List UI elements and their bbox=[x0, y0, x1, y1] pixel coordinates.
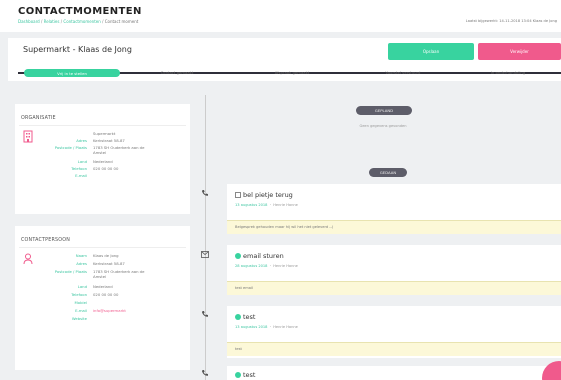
timeline-line bbox=[205, 95, 206, 380]
building-icon bbox=[23, 130, 33, 145]
last-updated-text: Laatst bijgewerkt: 14-11-2018 13:04 Klaa… bbox=[465, 19, 557, 23]
person-icon bbox=[23, 253, 33, 267]
breadcrumb: Dashboard / Relaties / Contactmomenten /… bbox=[18, 19, 138, 24]
delete-button[interactable]: Verwijder bbox=[478, 43, 561, 60]
page-title: Supermarkt - Klaas de Jong bbox=[23, 45, 132, 54]
top-header: CONTACTMOMENTEN Dashboard / Relaties / C… bbox=[0, 0, 561, 32]
org-row-postcode: Postcode / Plaats 1783 SH Ouderkerk aan d… bbox=[54, 145, 145, 155]
cp-row-country: Land Nederland bbox=[77, 284, 113, 289]
phone-icon bbox=[200, 189, 210, 199]
floating-action-button[interactable] bbox=[542, 361, 561, 380]
phone-icon bbox=[200, 369, 210, 379]
cp-row-email: E-mail info@supermarkt bbox=[35, 308, 153, 313]
divider bbox=[19, 125, 186, 126]
save-button[interactable]: Opslaan bbox=[388, 43, 474, 60]
breadcrumb-separator: / bbox=[40, 19, 43, 24]
breadcrumb-link-relaties[interactable]: Relaties bbox=[44, 19, 60, 24]
org-row-name: Supermarkt bbox=[93, 131, 116, 136]
status-steps: Vrij in te stellen Contact gemaakt Afspr… bbox=[8, 66, 561, 81]
phone-icon bbox=[200, 310, 210, 320]
envelope-icon bbox=[200, 251, 210, 260]
item-note: Belgesprek gehouden maar hij wil het nie… bbox=[227, 220, 561, 234]
step-2[interactable]: Contact gemaakt bbox=[128, 70, 226, 78]
breadcrumb-link-contactmomenten[interactable]: Contactmomenten bbox=[63, 19, 100, 24]
timeline-item[interactable]: test 13 augustus 2018 · Henrie Hanne tes… bbox=[227, 306, 561, 358]
email-link[interactable]: info@supermarkt bbox=[93, 308, 153, 313]
org-row-phone: Telefoon 020 00 00 00 bbox=[71, 166, 119, 171]
step-5[interactable]: In onderhandeling bbox=[458, 70, 558, 78]
item-title: bel pietje terug bbox=[235, 191, 293, 199]
planned-pill: GEPLAND bbox=[356, 106, 412, 115]
cp-row-mobile: Mobiel bbox=[74, 300, 87, 305]
organisation-title: ORGANISATIE bbox=[21, 116, 56, 121]
status-dot-icon bbox=[235, 314, 241, 320]
org-row-email: E-mail bbox=[75, 173, 87, 178]
page-title-bar: Supermarkt - Klaas de Jong Opslaan Verwi… bbox=[8, 38, 561, 66]
contact-person-card: CONTACTPERSOON Naam Klaas de Jong Adres Ke… bbox=[15, 226, 190, 370]
timeline-item[interactable]: email sturen 28 augustus 2018 · Henrie H… bbox=[227, 245, 561, 295]
status-dot-icon bbox=[235, 372, 241, 378]
cp-row-address: Adres Kerkstraat 58-87 bbox=[76, 261, 125, 266]
timeline-item[interactable]: bel pietje terug 13 augustus 2018 · Henr… bbox=[227, 184, 561, 234]
org-row-address: Adres Kerkstraat 58-87 bbox=[76, 138, 125, 143]
item-title: test bbox=[235, 313, 255, 321]
step-3[interactable]: Afspraak gemaakt bbox=[238, 70, 346, 78]
done-pill: GEDAAN bbox=[369, 168, 407, 177]
no-data-text: Geen gegevens gevonden bbox=[359, 124, 407, 128]
breadcrumb-separator: / bbox=[102, 19, 104, 24]
organisation-card: ORGANISATIE Supermarkt Adres Kerkstraat 5… bbox=[15, 104, 190, 214]
cp-row-website: Website bbox=[71, 316, 87, 321]
org-row-country: Land Nederland bbox=[77, 159, 113, 164]
timeline-item[interactable]: test bbox=[227, 366, 561, 380]
checkbox-icon[interactable] bbox=[235, 192, 241, 198]
breadcrumb-link-dashboard[interactable]: Dashboard bbox=[18, 19, 40, 24]
item-meta: 13 augustus 2018 · Henrie Hanne bbox=[235, 325, 298, 329]
item-meta: 28 augustus 2018 · Henrie Hanne bbox=[235, 264, 298, 268]
status-dot-icon bbox=[235, 253, 241, 259]
cp-row-phone: Telefoon 020 00 00 00 bbox=[71, 292, 119, 297]
breadcrumb-separator: / bbox=[60, 19, 63, 24]
step-1[interactable]: Vrij in te stellen bbox=[24, 69, 120, 77]
step-4[interactable]: Voorstel verstuurd bbox=[353, 70, 453, 78]
item-title: test bbox=[235, 371, 255, 379]
divider bbox=[19, 247, 186, 248]
app-title: CONTACTMOMENTEN bbox=[18, 6, 142, 17]
item-note: test email bbox=[227, 281, 561, 295]
item-title: email sturen bbox=[235, 252, 284, 260]
cp-row-postcode: Postcode / Plaats 1783 SH Ouderkerk aan d… bbox=[54, 269, 145, 279]
cp-row-name: Naam Klaas de Jong bbox=[75, 253, 119, 258]
item-note: test bbox=[227, 342, 561, 356]
item-meta: 13 augustus 2018 · Henrie Hanne bbox=[235, 203, 298, 207]
breadcrumb-current: Contact moment bbox=[104, 19, 139, 24]
contact-person-title: CONTACTPERSOON bbox=[21, 238, 70, 243]
